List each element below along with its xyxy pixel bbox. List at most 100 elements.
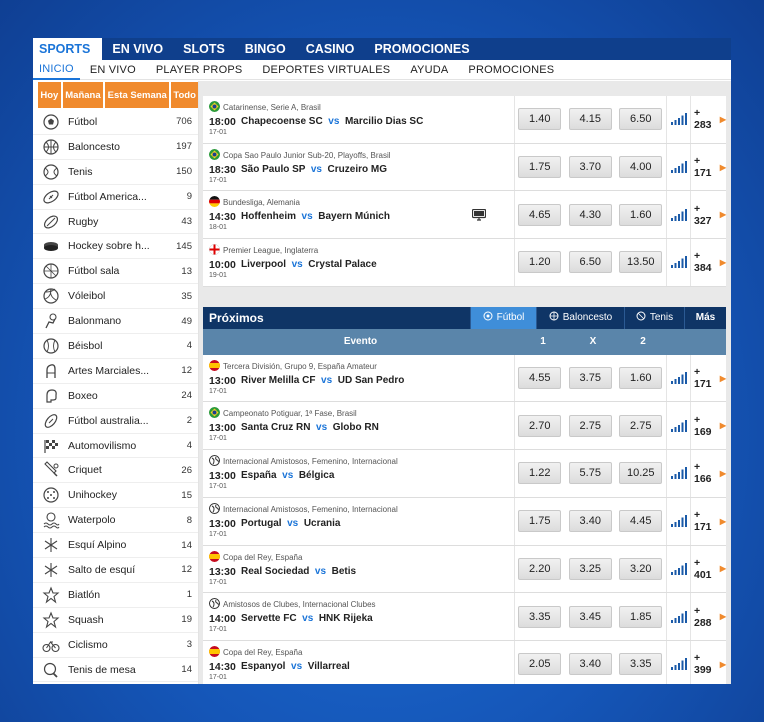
odd-draw-button[interactable]: 5.75 xyxy=(568,462,612,485)
odd-away-button[interactable]: 6.50 xyxy=(619,108,663,131)
event-row[interactable]: Copa del Rey, España 13:30 17-01 Real So… xyxy=(203,545,726,594)
sidebar-sport-item[interactable]: Fútbol australia... 2 xyxy=(33,409,198,434)
tab-baloncesto[interactable]: Baloncesto xyxy=(536,306,624,329)
event-row[interactable]: Internacional Amistosos, Femenino, Inter… xyxy=(203,497,726,546)
odd-draw-button[interactable]: 3.40 xyxy=(568,653,612,676)
odd-home-button[interactable]: 4.55 xyxy=(518,367,562,390)
tab-hoy[interactable]: Hoy xyxy=(38,82,61,108)
nav-promociones[interactable]: PROMOCIONES xyxy=(364,38,479,60)
sidebar-sport-item[interactable]: Automovilismo 4 xyxy=(33,434,198,459)
odd-draw-button[interactable]: 2.75 xyxy=(568,414,612,437)
more-markets-button[interactable]: + 171 ▶ xyxy=(690,497,726,545)
sidebar-sport-item[interactable]: Baloncesto 197 xyxy=(33,135,198,160)
nav-sports[interactable]: SPORTS xyxy=(33,38,103,60)
odd-home-button[interactable]: 1.22 xyxy=(518,462,562,485)
event-teams[interactable]: São Paulo SP vs Cruzeiro MG xyxy=(241,164,387,175)
stats-icon[interactable] xyxy=(666,143,690,191)
odd-draw-button[interactable]: 3.40 xyxy=(568,510,612,533)
odd-draw-button[interactable]: 3.25 xyxy=(568,557,612,580)
event-teams[interactable]: España vs Bélgica xyxy=(241,470,334,481)
event-teams[interactable]: Chapecoense SC vs Marcilio Dias SC xyxy=(241,116,423,127)
stats-icon[interactable] xyxy=(666,402,690,450)
odd-away-button[interactable]: 4.45 xyxy=(619,510,663,533)
event-row[interactable]: Amistosos de Clubes, Internacional Clube… xyxy=(203,593,726,641)
more-markets-button[interactable]: + 399 ▶ xyxy=(690,640,726,684)
sidebar-sport-item[interactable]: Waterpolo 8 xyxy=(33,508,198,534)
more-markets-button[interactable]: + 288 ▶ xyxy=(690,593,726,640)
subnav-ayuda[interactable]: AYUDA xyxy=(400,60,458,80)
event-row[interactable]: Campeonato Potiguar, 1ª Fase, Brasil 13:… xyxy=(203,402,726,451)
odd-away-button[interactable]: 3.20 xyxy=(619,557,663,580)
odd-draw-button[interactable]: 3.75 xyxy=(568,367,612,390)
sidebar-sport-item[interactable]: Rugby 43 xyxy=(33,210,198,235)
sidebar-sport-item[interactable]: Artes Marciales... 12 xyxy=(33,359,198,384)
tab-manana[interactable]: Mañana xyxy=(62,82,104,108)
sidebar-sport-item[interactable]: Salto de esquí 12 xyxy=(33,558,198,583)
stats-icon[interactable] xyxy=(666,96,690,143)
event-teams[interactable]: Servette FC vs HNK Rijeka xyxy=(241,613,373,624)
event-row[interactable]: Bundesliga, Alemania 14:30 18-01 Hoffenh… xyxy=(203,191,726,240)
odd-draw-button[interactable]: 4.15 xyxy=(568,108,612,131)
stats-icon[interactable] xyxy=(666,593,690,640)
odd-home-button[interactable]: 1.75 xyxy=(518,510,562,533)
event-row[interactable]: Copa del Rey, España 14:30 17-01 Espanyo… xyxy=(203,640,726,684)
stats-icon[interactable] xyxy=(666,239,690,286)
odd-draw-button[interactable]: 3.70 xyxy=(568,156,612,179)
odd-away-button[interactable]: 1.60 xyxy=(619,367,663,390)
sidebar-sport-item[interactable]: Unihockey 15 xyxy=(33,483,198,509)
odd-home-button[interactable]: 2.05 xyxy=(518,653,562,676)
odd-home-button[interactable]: 2.20 xyxy=(518,557,562,580)
tab-mas[interactable]: Más xyxy=(684,306,726,329)
odd-away-button[interactable]: 1.60 xyxy=(619,203,663,226)
more-markets-button[interactable]: + 401 ▶ xyxy=(690,545,726,593)
event-teams[interactable]: Liverpool vs Crystal Palace xyxy=(241,259,377,270)
event-teams[interactable]: Santa Cruz RN vs Globo RN xyxy=(241,422,379,433)
odd-home-button[interactable]: 3.35 xyxy=(518,605,562,628)
sidebar-sport-item[interactable]: Ciclismo 3 xyxy=(33,633,198,658)
odd-away-button[interactable]: 4.00 xyxy=(619,156,663,179)
sidebar-sport-item[interactable]: Vóleibol 35 xyxy=(33,284,198,310)
event-row[interactable]: Premier League, Inglaterra 10:00 19-01 L… xyxy=(203,239,726,287)
event-row[interactable]: Catarinense, Serie A, Brasil 18:00 17-01… xyxy=(203,96,726,144)
odd-draw-button[interactable]: 3.45 xyxy=(568,605,612,628)
odd-home-button[interactable]: 1.20 xyxy=(518,251,562,274)
subnav-deportes-virtuales[interactable]: DEPORTES VIRTUALES xyxy=(252,60,400,80)
event-row[interactable]: Tercera División, Grupo 9, España Amateu… xyxy=(203,354,726,403)
sidebar-sport-item[interactable]: Fútbol sala 13 xyxy=(33,259,198,285)
odd-away-button[interactable]: 3.35 xyxy=(619,653,663,676)
event-teams[interactable]: Espanyol vs Villarreal xyxy=(241,661,350,672)
nav-en-vivo[interactable]: EN VIVO xyxy=(102,38,173,60)
odd-home-button[interactable]: 4.65 xyxy=(518,203,562,226)
sidebar-sport-item[interactable]: Criquet 26 xyxy=(33,458,198,484)
tv-icon[interactable] xyxy=(471,208,486,226)
stats-icon[interactable] xyxy=(666,545,690,593)
subnav-inicio[interactable]: INICIO xyxy=(33,60,80,80)
odd-away-button[interactable]: 2.75 xyxy=(619,414,663,437)
more-markets-button[interactable]: + 169 ▶ xyxy=(690,402,726,450)
sidebar-sport-item[interactable]: Biatlón 1 xyxy=(33,583,198,608)
more-markets-button[interactable]: + 171 ▶ xyxy=(690,354,726,402)
more-markets-button[interactable]: + 166 ▶ xyxy=(690,450,726,497)
odd-home-button[interactable]: 2.70 xyxy=(518,414,562,437)
odd-draw-button[interactable]: 6.50 xyxy=(568,251,612,274)
sidebar-sport-item[interactable]: Tenis 150 xyxy=(33,160,198,185)
more-markets-button[interactable]: + 384 ▶ xyxy=(690,239,726,286)
sidebar-sport-item[interactable]: Béisbol 4 xyxy=(33,334,198,359)
event-teams[interactable]: Portugal vs Ucrania xyxy=(241,518,341,529)
nav-casino[interactable]: CASINO xyxy=(296,38,365,60)
odd-home-button[interactable]: 1.75 xyxy=(518,156,562,179)
sidebar-sport-item[interactable]: Tenis de mesa 14 xyxy=(33,658,198,683)
subnav-promociones[interactable]: PROMOCIONES xyxy=(458,60,564,80)
stats-icon[interactable] xyxy=(666,450,690,497)
nav-slots[interactable]: SLOTS xyxy=(173,38,235,60)
tab-futbol[interactable]: Fútbol xyxy=(470,306,536,329)
more-markets-button[interactable]: + 171 ▶ xyxy=(690,143,726,191)
subnav-en-vivo[interactable]: EN VIVO xyxy=(80,60,146,80)
stats-icon[interactable] xyxy=(666,640,690,684)
odd-away-button[interactable]: 1.85 xyxy=(619,605,663,628)
sidebar-sport-item[interactable]: Esquí Alpino 14 xyxy=(33,533,198,559)
tab-todo[interactable]: Todo xyxy=(171,82,198,108)
event-row[interactable]: Internacional Amistosos, Femenino, Inter… xyxy=(203,450,726,498)
sidebar-sport-item[interactable]: Hockey sobre h... 145 xyxy=(33,234,198,260)
odd-away-button[interactable]: 10.25 xyxy=(619,462,663,485)
